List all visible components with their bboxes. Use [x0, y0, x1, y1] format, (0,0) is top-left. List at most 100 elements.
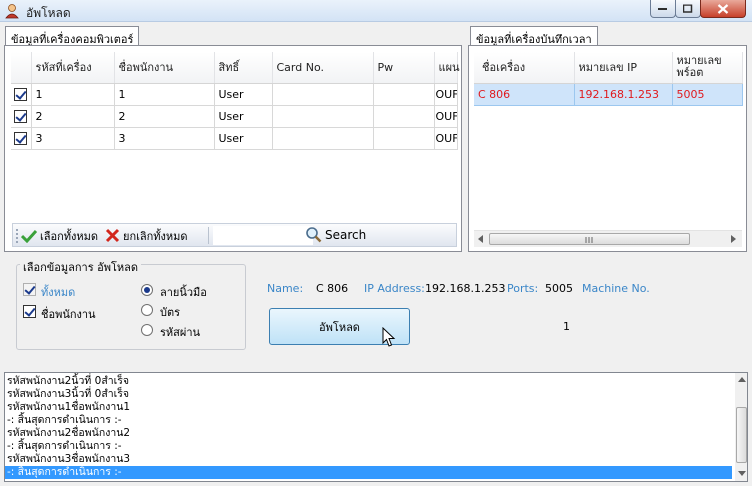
close-icon	[717, 3, 729, 14]
ip-label: IP Address:	[364, 282, 425, 295]
log-line[interactable]: รหัสพนักงาน2นิ้วที่ 0สำเร็จ	[7, 375, 129, 388]
machine-no-value: 1	[563, 320, 570, 333]
checkmark-icon	[21, 229, 37, 243]
arrow-right-icon[interactable]	[731, 235, 737, 243]
log-vscrollbar[interactable]	[735, 373, 747, 481]
deselect-all-button[interactable]: ยกเลิกทั้งหมด	[105, 227, 188, 244]
ip-value: 192.168.1.253	[425, 282, 506, 295]
table-row[interactable]: C 806 192.168.1.253 5005	[474, 83, 743, 106]
card-label: บัตร	[160, 306, 181, 319]
log-line-selected[interactable]: -: สิ้นสุดการดำเนินการ :-	[5, 466, 732, 479]
row-checkbox[interactable]	[14, 109, 27, 123]
col-ip-address[interactable]: หมายเลข IP	[574, 52, 673, 84]
col-department[interactable]: แผน	[434, 52, 460, 84]
employee-grid: รหัสที่เครื่อง ชื่อพนักงาน สิทธิ์ Card N…	[11, 52, 460, 150]
tab-time-recorder-data[interactable]: ข้อมูลที่เครื่องบันทึกเวลา	[470, 26, 598, 46]
select-all-button[interactable]: เลือกทั้งหมด	[21, 227, 98, 244]
select-all-label: เลือกทั้งหมด	[40, 229, 99, 243]
log-line[interactable]: รหัสพนักงาน2ชื่อพนักงาน2	[7, 427, 130, 440]
deselect-all-label: ยกเลิกทั้งหมด	[123, 229, 188, 243]
cell-password	[373, 105, 435, 128]
maximize-button[interactable]	[675, 0, 701, 18]
row-checkbox[interactable]	[14, 87, 27, 101]
col-port[interactable]: หมายเลขพร์อต	[672, 52, 743, 84]
scroll-thumb[interactable]	[489, 233, 690, 245]
name-label: Name:	[267, 282, 304, 295]
cell-privilege: User	[214, 105, 273, 128]
col-check[interactable]	[11, 52, 32, 84]
toolstrip-grip[interactable]	[16, 229, 18, 243]
upload-button-label: อัพโหลด	[319, 320, 360, 334]
upload-window: อัพโหลด ข้อมูลที่เครื่องคอมพิวเตอร์ รหัส…	[0, 0, 752, 486]
device-grid-hscrollbar[interactable]	[474, 230, 742, 247]
cell-device-id: 2	[31, 105, 115, 128]
log-line[interactable]: รหัสพนักงาน1ชื่อพนักงาน1	[7, 401, 130, 414]
arrow-down-icon[interactable]	[738, 471, 746, 476]
window-title: อัพโหลด	[26, 6, 71, 20]
grip-icon	[585, 237, 593, 243]
col-privilege[interactable]: สิทธิ์	[214, 52, 273, 84]
cell-department: OUF	[434, 127, 458, 150]
log-line[interactable]: -: สิ้นสุดการดำเนินการ :-	[7, 414, 122, 427]
port-value: 5005	[545, 282, 573, 295]
selection-toolstrip: เลือกทั้งหมด ยกเลิกทั้งหมด Search	[12, 223, 457, 247]
employee-name-checkbox[interactable]	[23, 305, 36, 318]
machine-no-label: Machine No.	[582, 282, 650, 295]
tab-computer-data[interactable]: ข้อมูลที่เครื่องคอมพิวเตอร์	[5, 26, 140, 46]
table-row[interactable]: 2 2 User OUF	[11, 105, 458, 128]
cell-device-id: 1	[31, 83, 115, 106]
arrow-up-icon[interactable]	[738, 377, 746, 382]
cell-card-no	[272, 105, 374, 128]
col-password[interactable]: Pw	[373, 52, 435, 84]
close-button[interactable]	[700, 0, 746, 18]
log-line[interactable]: รหัสพนักงาน3ชื่อพนักงาน3	[7, 453, 130, 466]
fingerprint-radio[interactable]	[141, 284, 153, 296]
arrow-left-icon[interactable]	[478, 235, 484, 243]
user-icon	[5, 4, 19, 19]
cell-employee-name: 1	[114, 83, 215, 106]
toolstrip-separator	[208, 227, 209, 244]
minimize-button[interactable]	[650, 0, 676, 18]
cell-card-no	[272, 83, 374, 106]
employee-name-label: ชื่อพนักงาน	[41, 308, 96, 321]
mouse-cursor-icon	[382, 327, 396, 347]
name-value: C 806	[316, 282, 349, 295]
card-radio[interactable]	[141, 304, 153, 316]
password-radio[interactable]	[141, 324, 153, 336]
cell-port: 5005	[672, 83, 743, 106]
search-icon	[306, 227, 322, 243]
cell-privilege: User	[214, 127, 273, 150]
col-card-no[interactable]: Card No.	[272, 52, 374, 84]
cell-employee-name: 3	[114, 127, 215, 150]
cell-privilege: User	[214, 83, 273, 106]
cell-department: OUF	[434, 83, 458, 106]
fingerprint-label: ลายนิ้วมือ	[160, 286, 207, 299]
cell-device-name: C 806	[474, 83, 575, 106]
port-label: Ports:	[507, 282, 539, 295]
cell-ip-address: 192.168.1.253	[574, 83, 673, 106]
search-button[interactable]: Search	[305, 226, 366, 243]
col-device-id[interactable]: รหัสที่เครื่อง	[31, 52, 115, 84]
password-label: รหัสผ่าน	[160, 326, 201, 339]
col-device-name[interactable]: ชื่อเครื่อง	[474, 52, 575, 84]
search-input[interactable]	[213, 226, 313, 245]
cell-employee-name: 2	[114, 105, 215, 128]
check-all-checkbox[interactable]	[23, 283, 36, 296]
search-label: Search	[325, 227, 367, 242]
cell-password	[373, 127, 435, 150]
log-listbox[interactable]: รหัสพนักงาน2นิ้วที่ 0สำเร็จ รหัสพนักงาน3…	[4, 372, 748, 482]
table-row[interactable]: 3 3 User OUF	[11, 127, 458, 150]
cross-icon	[105, 228, 120, 243]
device-grid: ชื่อเครื่อง หมายเลข IP หมายเลขพร์อต C 80…	[474, 52, 743, 106]
cell-password	[373, 83, 435, 106]
row-checkbox[interactable]	[14, 131, 27, 145]
minimize-icon	[658, 7, 667, 10]
scroll-thumb[interactable]	[736, 407, 747, 463]
log-line[interactable]: -: สิ้นสุดการดำเนินการ :-	[7, 440, 122, 453]
col-employee-name[interactable]: ชื่อพนักงาน	[114, 52, 215, 84]
check-all-label: ทั้งหมด	[41, 286, 76, 299]
log-line[interactable]: รหัสพนักงาน3นิ้วที่ 0สำเร็จ	[7, 388, 129, 401]
table-row[interactable]: 1 1 User OUF	[11, 83, 458, 106]
title-bar: อัพโหลด	[0, 0, 752, 22]
maximize-icon	[683, 4, 693, 13]
